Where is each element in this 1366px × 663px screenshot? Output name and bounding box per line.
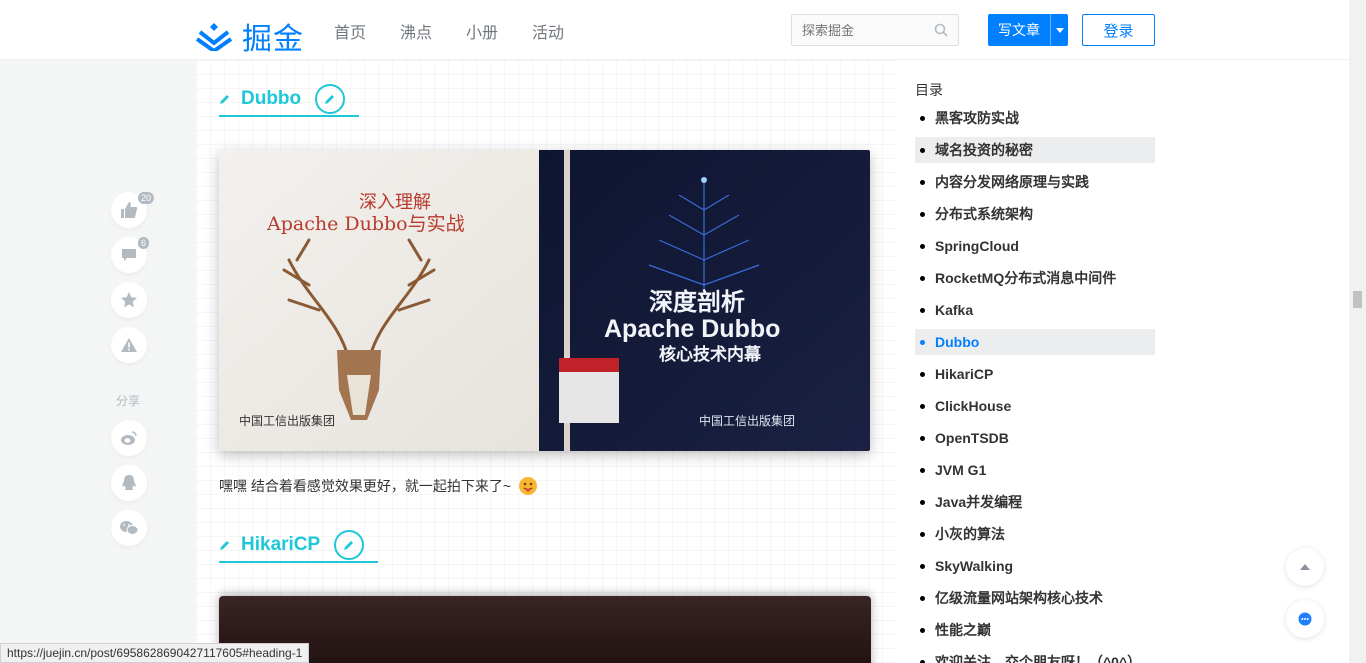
nav-home[interactable]: 首页 bbox=[334, 19, 366, 43]
toc-item[interactable]: ClickHouse bbox=[915, 393, 1155, 419]
wechat-icon bbox=[120, 521, 139, 535]
share-weibo-button[interactable] bbox=[111, 420, 147, 456]
nav-pins[interactable]: 沸点 bbox=[400, 19, 432, 43]
toc-item[interactable]: 内容分发网络原理与实践 bbox=[915, 169, 1155, 195]
toc-item[interactable]: Kafka bbox=[915, 297, 1155, 323]
thumbs-up-icon bbox=[121, 202, 138, 218]
share-label: 分享 bbox=[116, 394, 141, 408]
report-button[interactable] bbox=[111, 327, 147, 363]
right-book-title-3: 核心技术内幕 bbox=[659, 344, 762, 364]
section-heading-text: Dubbo bbox=[241, 88, 302, 109]
section-heading-dubbo: Dubbo bbox=[219, 83, 360, 117]
nav-events[interactable]: 活动 bbox=[532, 19, 564, 43]
logo-text: 掘金 bbox=[242, 22, 304, 57]
chat-bubble-icon bbox=[1298, 612, 1312, 626]
toc-item[interactable]: 小灰的算法 bbox=[915, 521, 1155, 547]
weibo-icon bbox=[121, 431, 137, 445]
search-box bbox=[791, 14, 959, 46]
pencil-circle-icon bbox=[315, 84, 346, 114]
toc-item[interactable]: SpringCloud bbox=[915, 233, 1155, 259]
logo-icon bbox=[196, 23, 232, 51]
page-scrollbar[interactable] bbox=[1349, 0, 1366, 663]
pencil-icon bbox=[220, 541, 229, 550]
toc-item[interactable]: 性能之巅 bbox=[915, 617, 1155, 643]
right-book-publisher: 中国工信出版集团 bbox=[699, 413, 795, 428]
collect-button[interactable] bbox=[111, 282, 147, 318]
toc-item[interactable]: 亿级流量网站架构核心技术 bbox=[915, 585, 1155, 611]
left-book-title-2: Apache Dubbo与实战 bbox=[266, 213, 465, 235]
search-icon[interactable] bbox=[934, 23, 948, 42]
toc-item[interactable]: RocketMQ分布式消息中间件 bbox=[915, 265, 1155, 291]
caret-up-icon bbox=[1300, 564, 1310, 570]
like-count-badge: 20 bbox=[138, 192, 155, 204]
comment-icon bbox=[122, 249, 136, 261]
toc-item[interactable]: 分布式系统架构 bbox=[915, 201, 1155, 227]
photo-caption: 嘿嘿 结合着看感觉效果更好，就一起拍下来了~ bbox=[219, 476, 538, 496]
pencil-icon bbox=[220, 95, 229, 104]
toc-item[interactable]: Dubbo bbox=[915, 329, 1155, 355]
status-url: https://juejin.cn/post/69586286904271176… bbox=[0, 643, 310, 663]
book-photo: 深入理解 Apache Dubbo与实战 中国工信出版集团 深度剖析 Apach… bbox=[219, 150, 870, 451]
login-button[interactable]: 登录 bbox=[1082, 14, 1155, 46]
share-qq-button[interactable] bbox=[111, 465, 147, 501]
pencil-circle-icon bbox=[334, 530, 365, 560]
toc-item[interactable]: Java并发编程 bbox=[915, 489, 1155, 515]
right-book-title-2: Apache Dubbo bbox=[604, 315, 780, 343]
star-icon bbox=[121, 292, 137, 308]
article-content: Dubbo 深入理解 Apache Dubbo与实战 中国工信出版集团 深度剖析… bbox=[196, 60, 896, 663]
caret-down-icon[interactable] bbox=[1050, 14, 1068, 46]
nav-books[interactable]: 小册 bbox=[466, 19, 498, 43]
toc-item[interactable]: HikariCP bbox=[915, 361, 1155, 387]
comment-count-badge: 6 bbox=[138, 237, 150, 249]
toc-title: 目录 bbox=[915, 82, 943, 98]
section-heading-hikaricp: HikariCP bbox=[219, 529, 379, 563]
second-photo bbox=[219, 596, 871, 663]
toc-item[interactable]: OpenTSDB bbox=[915, 425, 1155, 451]
toc-item[interactable]: 黑客攻防实战 bbox=[915, 105, 1155, 131]
section-heading-text: HikariCP bbox=[241, 534, 321, 555]
table-of-contents: 目录 黑客攻防实战 域名投资的秘密 内容分发网络原理与实践 分布式系统架构 Spring… bbox=[896, 60, 1349, 663]
toc-item[interactable]: 域名投资的秘密 bbox=[915, 137, 1155, 163]
toc-item[interactable]: 欢迎关注，交个朋友呀！（^0^） bbox=[915, 649, 1155, 663]
toc-item[interactable]: JVM G1 bbox=[915, 457, 1155, 483]
main-nav: 首页 沸点 小册 活动 bbox=[334, 19, 564, 43]
warning-icon bbox=[121, 338, 137, 352]
write-article-label: 写文章 bbox=[998, 22, 1040, 38]
right-book-title-1: 深度剖析 bbox=[649, 288, 745, 316]
top-header: 掘金 首页 沸点 小册 活动 写文章 登录 bbox=[0, 0, 1349, 60]
left-book-publisher: 中国工信出版集团 bbox=[239, 413, 335, 428]
caption-text: 嘿嘿 结合着看感觉效果更好，就一起拍下来了~ bbox=[219, 478, 512, 494]
share-wechat-button[interactable] bbox=[111, 510, 147, 546]
back-to-top-button[interactable] bbox=[1286, 548, 1324, 586]
tongue-emoji-icon bbox=[519, 477, 538, 495]
scrollbar-thumb[interactable] bbox=[1353, 291, 1362, 308]
write-article-button[interactable]: 写文章 bbox=[988, 14, 1068, 46]
qq-icon bbox=[122, 475, 136, 490]
left-book-title-1: 深入理解 bbox=[359, 192, 431, 213]
toc-item[interactable]: SkyWalking bbox=[915, 553, 1155, 579]
feedback-button[interactable] bbox=[1286, 600, 1324, 638]
juejin-logo[interactable]: 掘金 bbox=[196, 14, 304, 58]
search-input[interactable] bbox=[802, 22, 922, 38]
